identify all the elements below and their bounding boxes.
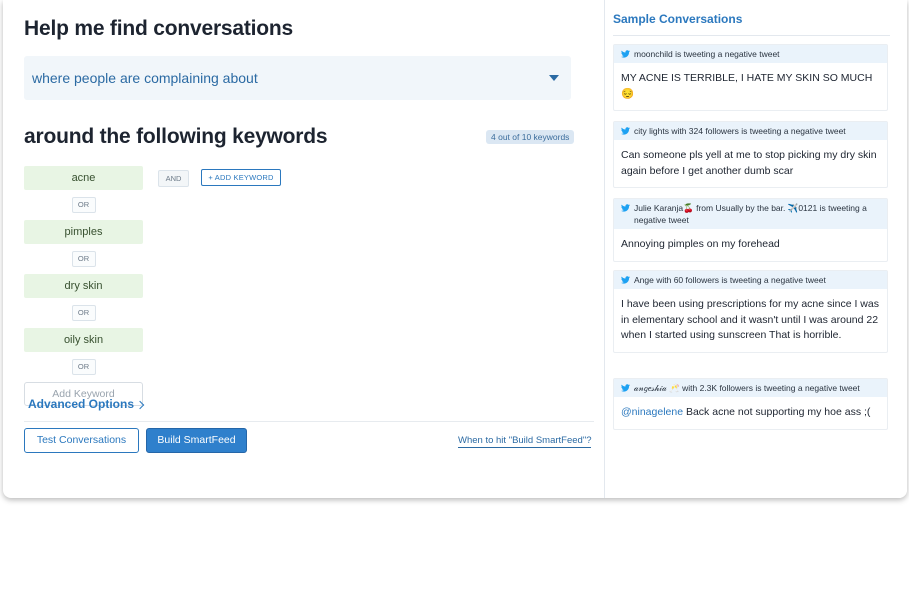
tweet-header: 𝒶𝓃𝑔𝑒𝓈𝒽𝒾𝒶 🥂 with 2.3K followers is tweeti… [614,379,887,397]
twitter-bird-icon [621,127,630,135]
keyword-chip[interactable]: dry skin [24,274,143,298]
or-operator[interactable]: OR [71,251,96,267]
keyword-chip[interactable]: pimples [24,220,143,244]
query-builder-panel: Help me find conversations where people … [3,0,603,498]
chevron-right-icon [135,400,145,409]
smartfeed-builder-card: Help me find conversations where people … [3,0,907,498]
test-conversations-button[interactable]: Test Conversations [24,428,139,453]
sample-conversations-title: Sample Conversations [613,12,743,26]
tweet-author-line: 𝒶𝓃𝑔𝑒𝓈𝒽𝒾𝒶 🥂 with 2.3K followers is tweeti… [634,383,860,393]
build-smartfeed-button[interactable]: Build SmartFeed [146,428,247,453]
and-operator[interactable]: AND [158,170,189,187]
tweet-body: MY ACNE IS TERRIBLE, I HATE MY SKIN SO M… [621,72,873,100]
tweet-author-line: Ange with 60 followers is tweeting a neg… [634,275,826,285]
twitter-bird-icon [621,384,630,392]
conversation-type-value: where people are complaining about [32,70,258,86]
tweet-card[interactable]: moonchild is tweeting a negative tweet M… [613,44,888,111]
tweet-author-line: city lights with 324 followers is tweeti… [634,126,846,136]
tweet-text: Can someone pls yell at me to stop picki… [614,140,887,187]
tweet-body: I have been using prescriptions for my a… [621,298,879,341]
tweet-header: city lights with 324 followers is tweeti… [614,122,887,140]
tweet-author-line: Julie Karanja🍒 from Usually by the bar. … [634,203,867,225]
tweet-header: Julie Karanja🍒 from Usually by the bar. … [614,199,887,229]
or-operator[interactable]: OR [71,359,96,375]
twitter-bird-icon [621,276,630,284]
keywords-title: around the following keywords [24,125,328,148]
or-operator[interactable]: OR [71,197,96,213]
tweet-mention-link[interactable]: @ninagelene [621,406,683,418]
keyword-list: acne OR pimples OR dry skin OR oily skin… [24,166,143,406]
twitter-bird-icon [621,204,630,212]
tweet-text: MY ACNE IS TERRIBLE, I HATE MY SKIN SO M… [614,63,887,110]
sample-divider [613,35,890,36]
tweet-card[interactable]: 𝒶𝓃𝑔𝑒𝓈𝒽𝒾𝒶 🥂 with 2.3K followers is tweeti… [613,378,888,430]
conversation-type-select[interactable]: where people are complaining about [24,56,571,100]
tweet-text: I have been using prescriptions for my a… [614,289,887,352]
tweet-card[interactable]: Ange with 60 followers is tweeting a neg… [613,270,888,353]
tweet-body: Annoying pimples on my forehead [621,238,780,250]
or-operator[interactable]: OR [71,305,96,321]
caret-down-icon [549,75,559,81]
sample-conversations-panel: Sample Conversations moonchild is tweeti… [604,0,907,498]
twitter-bird-icon [621,50,630,58]
tweet-body: Can someone pls yell at me to stop picki… [621,149,877,177]
build-smartfeed-help-link[interactable]: When to hit "Build SmartFeed"? [458,435,592,448]
keyword-count-badge: 4 out of 10 keywords [486,130,575,144]
tweet-header: moonchild is tweeting a negative tweet [614,45,887,63]
keyword-chip[interactable]: acne [24,166,143,190]
tweet-author-line: moonchild is tweeting a negative tweet [634,49,780,59]
advanced-options-toggle[interactable]: Advanced Options [28,397,145,411]
add-keyword-group-button[interactable]: + ADD KEYWORD [201,169,281,186]
footer-divider [24,421,594,422]
tweet-body: Back acne not supporting my hoe ass ;( [683,406,871,418]
tweet-header: Ange with 60 followers is tweeting a neg… [614,271,887,289]
tweet-text: @ninagelene Back acne not supporting my … [614,397,887,429]
advanced-options-label: Advanced Options [28,397,135,411]
tweet-card[interactable]: city lights with 324 followers is tweeti… [613,121,888,188]
tweet-card[interactable]: Julie Karanja🍒 from Usually by the bar. … [613,198,888,262]
keyword-chip[interactable]: oily skin [24,328,143,352]
tweet-text: Annoying pimples on my forehead [614,229,887,261]
page-title: Help me find conversations [24,17,294,40]
